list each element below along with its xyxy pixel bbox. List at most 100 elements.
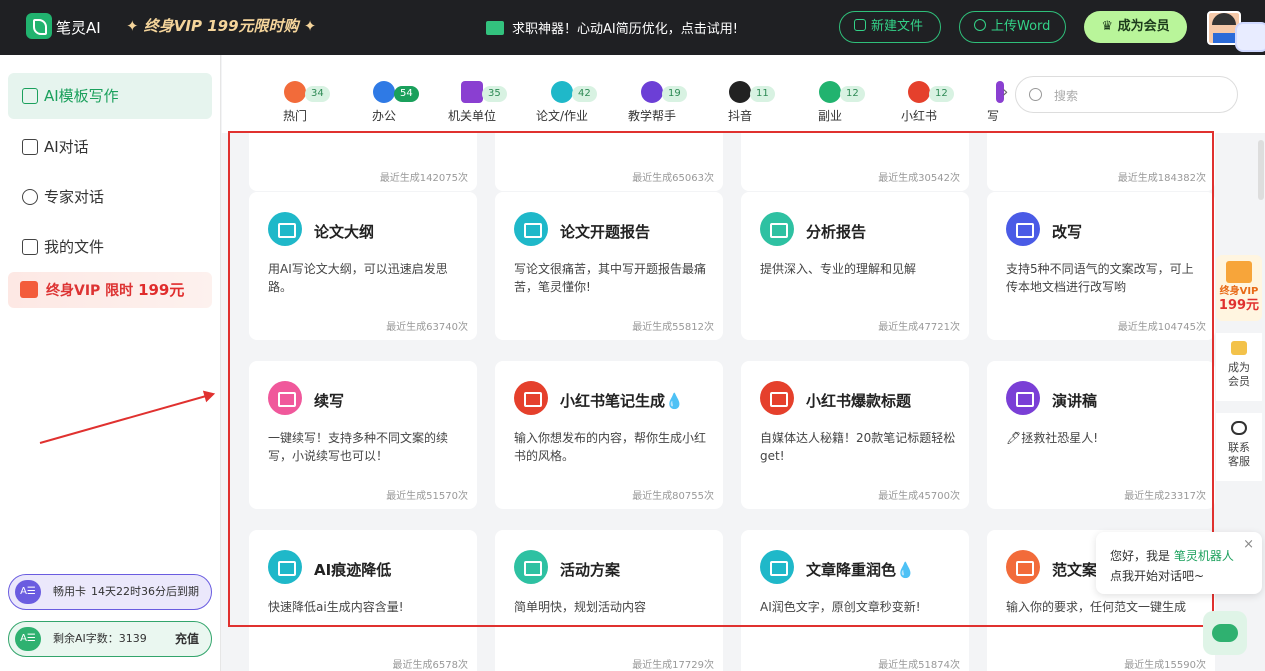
template-card[interactable]: 文章降重润色💧 AI润色文字，原创文章秒变新! 最近生成51874次 bbox=[741, 530, 969, 671]
recharge-button[interactable]: 充值 bbox=[175, 622, 199, 656]
sidebar-item-template-write[interactable]: AI模板写作 bbox=[8, 73, 212, 119]
bot-name: 笔灵机器人 bbox=[1173, 549, 1234, 563]
template-card[interactable]: 论文大纲 用AI写论文大纲，可以迅速启发思路。 最近生成63740次 bbox=[249, 192, 477, 340]
plus-file-icon bbox=[854, 19, 866, 31]
brand-name[interactable]: 笔灵AI bbox=[56, 17, 101, 38]
template-usage-count: 最近生成184382次 bbox=[1117, 173, 1206, 184]
category-hot[interactable]: 34 热门 bbox=[255, 81, 335, 124]
vip-promo-banner[interactable]: ✦ 终身VIP 199元限时购 ✦ bbox=[126, 15, 316, 36]
member-rail-label: 成为会员 bbox=[1228, 361, 1250, 388]
search-icon bbox=[1029, 88, 1042, 101]
template-icon bbox=[760, 550, 794, 584]
template-usage-count: 最近生成51874次 bbox=[878, 660, 960, 671]
member-rail-button[interactable]: 成为会员 bbox=[1216, 333, 1262, 401]
template-description: 🖊拯救社恐星人! bbox=[1006, 431, 1099, 445]
become-member-label: 成为会员 bbox=[1117, 19, 1170, 34]
category-side-job[interactable]: 12 副业 bbox=[790, 81, 870, 124]
template-description: 用AI写论文大纲，可以迅速启发思路。 bbox=[268, 262, 448, 294]
category-label: 热门 bbox=[282, 109, 307, 123]
template-card[interactable]: 最近生成30542次 bbox=[741, 133, 969, 191]
search-input[interactable]: 搜索 bbox=[1054, 87, 1078, 104]
template-usage-count: 最近生成80755次 bbox=[632, 491, 714, 502]
chat-prompt: 点我开始对话吧~ bbox=[1110, 569, 1205, 583]
template-card[interactable]: AI痕迹降低 快速降低ai生成内容含量! 最近生成6578次 bbox=[249, 530, 477, 671]
category-office[interactable]: 54 办公 bbox=[344, 81, 424, 124]
category-bar: 34 热门 54 办公 35 机关单位 42 论文/作业 19 教学帮手 11 抖音 12 副… bbox=[222, 55, 1265, 133]
category-teaching[interactable]: 19 教学帮手 bbox=[612, 81, 692, 124]
template-description: 输入你的要求，任何范文一键生成 bbox=[1006, 600, 1187, 614]
template-title: 演讲稿 bbox=[1052, 392, 1098, 410]
category-count-badge: 54 bbox=[394, 86, 419, 102]
template-description: 写论文很痛苦，其中写开题报告最痛苦，笔灵懂你! bbox=[514, 262, 707, 294]
contact-rail-button[interactable]: 联系客服 bbox=[1216, 413, 1262, 481]
chat-greeting: 您好，我是 bbox=[1110, 549, 1174, 563]
template-card[interactable]: 小红书爆款标题 自媒体达人秘籍！20款笔记标题轻松get! 最近生成45700次 bbox=[741, 361, 969, 509]
chevron-right-icon[interactable]: › bbox=[1002, 82, 1008, 101]
category-xiaohongshu[interactable]: 12 小红书 bbox=[879, 81, 959, 124]
robot-assistant-icon[interactable] bbox=[1203, 611, 1247, 655]
vip-gift-label: 终身VIP bbox=[1219, 286, 1259, 297]
category-count-badge: 34 bbox=[305, 86, 330, 102]
template-card[interactable]: 最近生成142075次 bbox=[249, 133, 477, 191]
upload-word-button[interactable]: 上传Word bbox=[959, 11, 1066, 43]
template-card[interactable]: 续写 一键续写！支持多种不同文案的续写，小说续写也可以！ 最近生成51570次 bbox=[249, 361, 477, 509]
category-label: 教学帮手 bbox=[627, 109, 676, 123]
category-thesis[interactable]: 42 论文/作业 bbox=[522, 81, 602, 124]
template-card[interactable]: 分析报告 提供深入、专业的理解和见解 最近生成47721次 bbox=[741, 192, 969, 340]
sidebar-vip-promo[interactable]: 终身VIP 限时 199元 bbox=[8, 272, 212, 308]
douyin-icon bbox=[729, 81, 751, 103]
template-icon bbox=[514, 550, 548, 584]
vip-gift-button[interactable]: 终身VIP 199元 bbox=[1216, 255, 1262, 321]
sidebar-item-my-files[interactable]: 我的文件 bbox=[8, 224, 212, 270]
template-card[interactable]: 活动方案 简单明快，规划活动内容 最近生成17729次 bbox=[495, 530, 723, 671]
template-usage-count: 最近生成104745次 bbox=[1117, 322, 1206, 333]
search-box[interactable]: 搜索 bbox=[1015, 76, 1238, 113]
template-title: 文章降重润色💧 bbox=[806, 561, 915, 579]
template-card[interactable]: 论文开题报告写论文很痛苦，其中写开题报告最痛苦，笔灵懂你! 最近生成55812次 bbox=[495, 192, 723, 340]
sidebar-item-ai-chat[interactable]: AI对话 bbox=[8, 124, 212, 170]
template-card[interactable]: 小红书笔记生成💧 输入你想发布的内容，帮你生成小红书的风格。 最近生成80755次 bbox=[495, 361, 723, 509]
chat-bubble[interactable]: × 您好，我是 笔灵机器人 点我开始对话吧~ bbox=[1096, 532, 1262, 594]
template-usage-count: 最近生成142075次 bbox=[379, 173, 468, 184]
template-usage-count: 最近生成55812次 bbox=[632, 322, 714, 333]
template-description: AI润色文字，原创文章秒变新! bbox=[760, 600, 921, 614]
template-card[interactable]: 演讲稿 🖊拯救社恐星人! 最近生成23317次 bbox=[987, 361, 1215, 509]
assistant-corner-icon[interactable] bbox=[1235, 22, 1265, 52]
template-description: 提供深入、专业的理解和见解 bbox=[760, 262, 917, 276]
template-card[interactable]: 改写 支持5种不同语气的文案改写，可上传本地文档进行改写哟 最近生成104745次 bbox=[987, 192, 1215, 340]
template-icon bbox=[268, 212, 302, 246]
balance-icon: A☰ bbox=[15, 627, 41, 651]
template-icon bbox=[1006, 381, 1040, 415]
notice-text[interactable]: 求职神器！心动AI简历优化，点击试用! bbox=[486, 18, 738, 37]
app-logo-icon[interactable] bbox=[26, 13, 52, 39]
new-file-button[interactable]: 新建文件 bbox=[839, 11, 941, 43]
template-card[interactable]: 最近生成65063次 bbox=[495, 133, 723, 191]
template-title: 范文案 bbox=[1052, 561, 1098, 579]
template-title: 论文开题报告 bbox=[560, 223, 651, 241]
expert-icon bbox=[22, 189, 38, 205]
fire-icon bbox=[284, 81, 306, 103]
template-icon bbox=[268, 381, 302, 415]
become-member-button[interactable]: ♛ 成为会员 bbox=[1084, 11, 1187, 43]
template-usage-count: 最近生成51570次 bbox=[386, 491, 468, 502]
scrollbar[interactable] bbox=[1258, 140, 1264, 200]
category-label: 副业 bbox=[817, 109, 842, 123]
template-icon bbox=[514, 381, 548, 415]
template-description: 输入你想发布的内容，帮你生成小红书的风格。 bbox=[514, 431, 707, 463]
category-count-badge: 12 bbox=[840, 86, 865, 102]
template-card[interactable]: 最近生成184382次 bbox=[987, 133, 1215, 191]
new-file-label: 新建文件 bbox=[871, 19, 924, 34]
sidebar-item-label: AI模板写作 bbox=[44, 87, 119, 105]
card-name: 畅用卡 bbox=[53, 585, 86, 598]
template-usage-count: 最近生成23317次 bbox=[1124, 491, 1206, 502]
category-government[interactable]: 35 机关单位 bbox=[432, 81, 512, 124]
file-icon bbox=[22, 239, 38, 255]
category-douyin[interactable]: 11 抖音 bbox=[700, 81, 780, 124]
category-writing[interactable]: 写 bbox=[982, 81, 1004, 124]
unlimited-card-pill[interactable]: A☰ 畅用卡 14天22时36分后到期 bbox=[8, 574, 212, 610]
sidebar-item-expert-chat[interactable]: 专家对话 bbox=[8, 174, 212, 220]
category-label: 小红书 bbox=[900, 109, 937, 123]
close-icon[interactable]: × bbox=[1243, 538, 1254, 551]
sidebar-item-label: 专家对话 bbox=[44, 188, 105, 206]
template-usage-count: 最近生成63740次 bbox=[386, 322, 468, 333]
